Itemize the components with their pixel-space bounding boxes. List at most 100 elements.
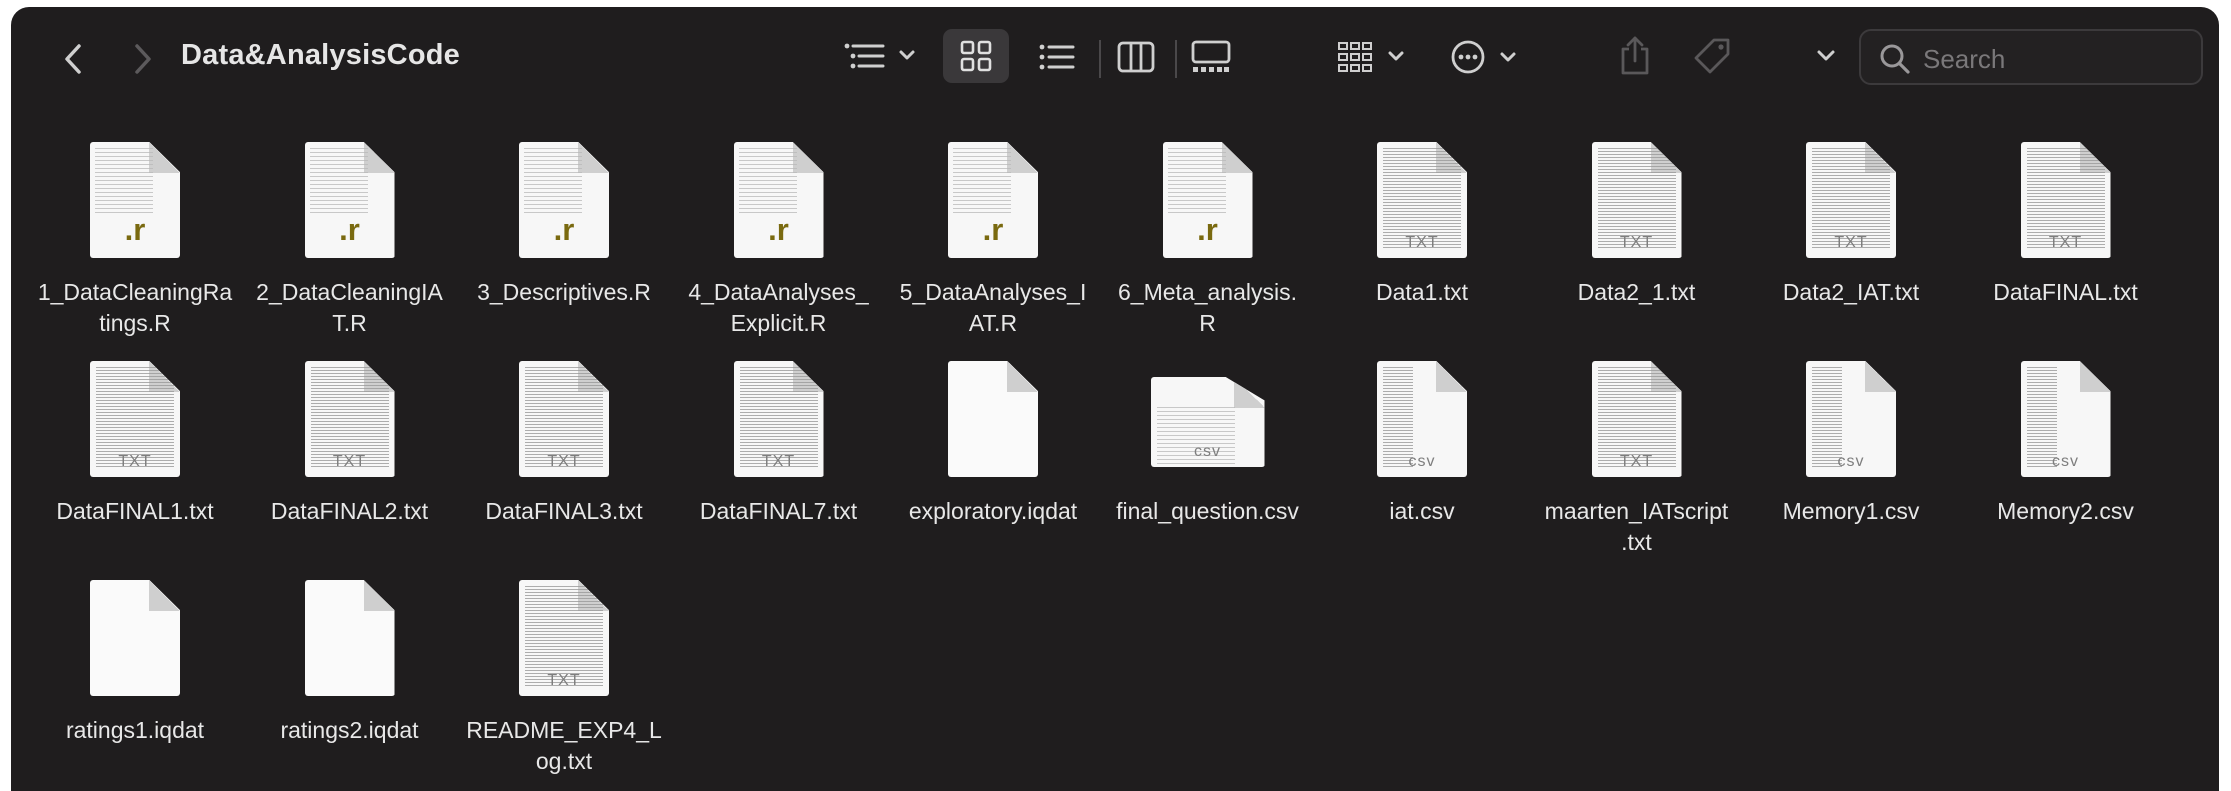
csv-file-icon: csv xyxy=(1377,361,1467,477)
file-name-line: tings.R xyxy=(99,310,171,336)
file-type-badge: .r xyxy=(982,212,1004,247)
file-type-badge: csv xyxy=(1408,453,1436,470)
search-field[interactable]: Search xyxy=(1859,29,2203,85)
file-type-badge: TXT xyxy=(1405,234,1439,251)
file-icon-wrap: csv xyxy=(1315,353,1529,477)
file-type-badge: .r xyxy=(768,212,789,247)
file-icon-wrap: TXT xyxy=(28,353,242,477)
csv-file-icon: csv xyxy=(2020,361,2111,477)
list-view-button[interactable] xyxy=(1037,37,1077,77)
file-name-line: 6_Meta_analysis. xyxy=(1118,279,1297,305)
gallery-view-button[interactable] xyxy=(1189,35,1233,79)
file-name-line: ratings1.iqdat xyxy=(65,717,205,743)
window-title: Data&AnalysisCode xyxy=(181,39,460,71)
toolbar: Data&AnalysisCode Search xyxy=(11,7,2219,103)
search-icon xyxy=(1880,44,1910,74)
file-name: maarten_IATscript .txt xyxy=(1530,496,1744,558)
file-type-badge: TXT xyxy=(547,672,581,689)
r-script-icon: .r xyxy=(733,142,824,258)
file-name-line: og.txt xyxy=(535,748,593,774)
r-script-icon: .r xyxy=(90,142,180,258)
file-name: exploratory.iqdat xyxy=(886,496,1100,527)
file-type-badge: csv xyxy=(1194,443,1221,460)
file-name: Data1.txt xyxy=(1315,277,1529,308)
file-icon-wrap: TXT xyxy=(243,353,457,477)
gallery-view-icon xyxy=(1191,40,1231,72)
file-name-line: DataFINAL7.txt xyxy=(699,498,858,524)
file-icon-wrap: .r xyxy=(886,134,1100,258)
r-script-icon: .r xyxy=(1162,142,1253,258)
file-type-badge: TXT xyxy=(332,453,367,470)
column-view-button[interactable] xyxy=(1115,37,1157,77)
file-type-badge: csv xyxy=(1837,453,1865,470)
more-actions-button[interactable] xyxy=(1449,37,1521,77)
file-name-line: maarten_IATscript xyxy=(1544,498,1729,524)
file-icon-wrap: csv xyxy=(1959,353,2173,477)
share-button[interactable] xyxy=(1615,33,1655,77)
file-icon-wrap: TXT xyxy=(672,353,886,477)
file-icon-wrap: TXT xyxy=(457,353,671,477)
blank-document-icon xyxy=(90,580,180,696)
file-name: DataFINAL2.txt xyxy=(243,496,457,527)
toolbar-divider xyxy=(1099,40,1101,78)
file-icon-wrap: csv xyxy=(1101,353,1315,477)
text-file-icon: TXT xyxy=(90,361,180,477)
file-name-line: final_question.csv xyxy=(1116,498,1299,524)
file-name: 5_DataAnalyses_I AT.R xyxy=(886,277,1100,339)
file-type-badge: TXT xyxy=(118,453,152,470)
file-icon-wrap: .r xyxy=(457,134,671,258)
file-icon-wrap xyxy=(243,572,457,696)
file-name-line: 1_DataCleaningRa xyxy=(37,279,233,305)
blank-document-icon xyxy=(948,361,1038,477)
toolbar-overflow-button[interactable] xyxy=(1811,43,1841,69)
forward-button[interactable] xyxy=(125,41,161,77)
file-name: Data2_1.txt xyxy=(1530,277,1744,308)
file-name-line: Data2_1.txt xyxy=(1577,279,1696,305)
file-type-badge: TXT xyxy=(2048,234,2083,251)
text-file-icon: TXT xyxy=(304,361,395,477)
chevron-down-icon xyxy=(1817,50,1835,61)
file-name-line: Data1.txt xyxy=(1375,279,1469,305)
file-type-badge: TXT xyxy=(1619,234,1654,251)
text-file-icon: TXT xyxy=(1591,142,1682,258)
group-by-button[interactable] xyxy=(841,37,921,77)
tag-button[interactable] xyxy=(1691,35,1733,77)
csv-file-icon: csv xyxy=(1806,361,1896,477)
file-name: 3_Descriptives.R xyxy=(457,277,671,308)
file-name: 2_DataCleaningIA T.R xyxy=(243,277,457,339)
file-type-badge: .r xyxy=(339,212,360,247)
file-name: Memory2.csv xyxy=(1959,496,2173,527)
file-name: DataFINAL1.txt xyxy=(28,496,242,527)
icon-view-button[interactable] xyxy=(943,29,1009,83)
file-name: Memory1.csv xyxy=(1744,496,1958,527)
file-name-line: exploratory.iqdat xyxy=(908,498,1078,524)
file-name-line: DataFINAL3.txt xyxy=(485,498,643,524)
file-type-badge: TXT xyxy=(761,453,796,470)
arrange-button[interactable] xyxy=(1337,37,1409,77)
file-icon-wrap: TXT xyxy=(457,572,671,696)
column-view-icon xyxy=(1117,41,1155,73)
file-icon-wrap: TXT xyxy=(1315,134,1529,258)
file-name: 1_DataCleaningRa tings.R xyxy=(28,277,242,339)
file-name: Data2_IAT.txt xyxy=(1744,277,1958,308)
file-icon-wrap: .r xyxy=(1101,134,1315,258)
file-name-line: T.R xyxy=(332,310,367,336)
file-name-line: 3_Descriptives.R xyxy=(477,279,651,305)
file-name-line: Data2_IAT.txt xyxy=(1782,279,1920,305)
tag-icon xyxy=(1694,38,1730,74)
file-name-line: AT.R xyxy=(968,310,1018,336)
text-file-icon: TXT xyxy=(1591,361,1682,477)
file-name: 6_Meta_analysis. R xyxy=(1101,277,1315,339)
file-type-badge: TXT xyxy=(1619,453,1654,470)
file-name: DataFINAL3.txt xyxy=(457,496,671,527)
file-name-line: R xyxy=(1199,310,1216,336)
file-icon-wrap: TXT xyxy=(1959,134,2173,258)
csv-file-icon: csv xyxy=(1150,377,1265,467)
forward-icon xyxy=(135,44,151,74)
back-button[interactable] xyxy=(55,41,91,77)
file-icon-wrap: .r xyxy=(28,134,242,258)
file-icon-wrap: TXT xyxy=(1744,134,1958,258)
file-name-line: ratings2.iqdat xyxy=(280,717,419,743)
file-icon-wrap xyxy=(28,572,242,696)
list-view-icon xyxy=(1039,44,1075,70)
